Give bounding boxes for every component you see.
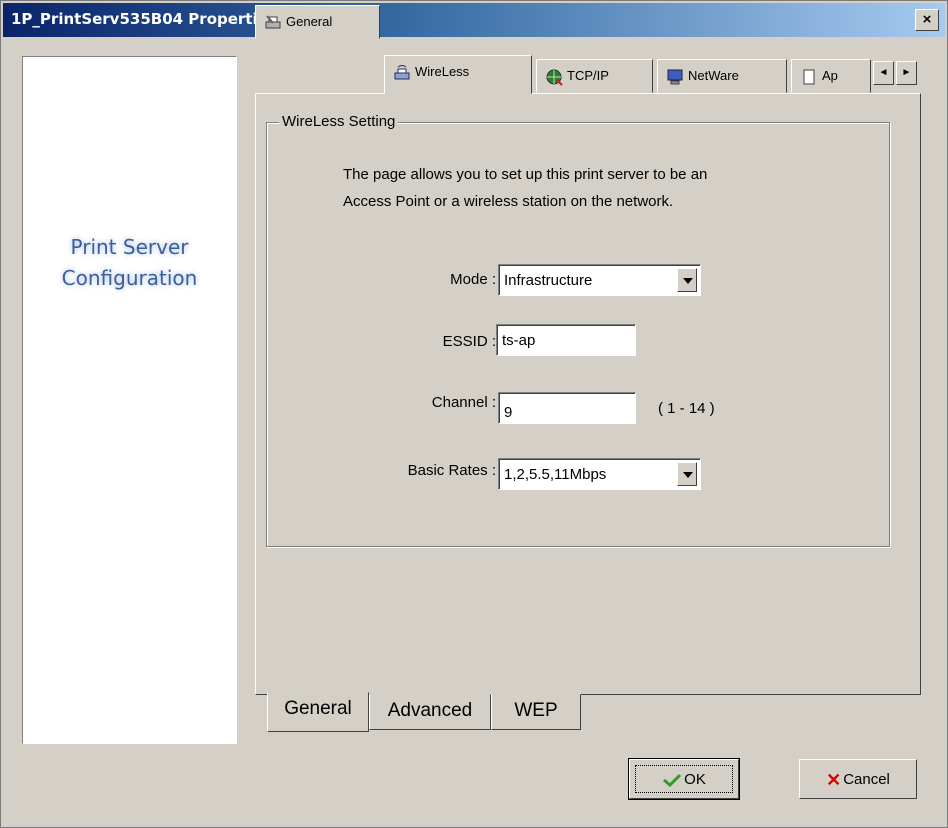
tab-label: TCP/IP	[567, 68, 609, 83]
essid-value: ts-ap	[502, 332, 536, 349]
tab-scroll-left-button[interactable]: ◄	[873, 61, 894, 85]
tab-label: General	[286, 14, 333, 29]
chevron-down-icon[interactable]	[677, 268, 697, 292]
bottom-tab-label: General	[284, 698, 352, 719]
wireless-printer-icon	[394, 64, 410, 80]
tab-netware[interactable]: NetWare	[657, 59, 787, 93]
tab-label: NetWare	[688, 68, 739, 83]
channel-range-hint: ( 1 - 14 )	[658, 400, 715, 417]
group-title: WireLess Setting	[279, 113, 399, 130]
tab-scroll-right-button[interactable]: ►	[896, 61, 917, 85]
brand-line-2: Configuration	[61, 266, 198, 290]
tab-general[interactable]: General	[255, 5, 380, 39]
bottom-tab-label: Advanced	[387, 700, 473, 721]
bottom-tab-advanced[interactable]: Advanced	[369, 694, 491, 730]
channel-value: 9	[504, 404, 513, 421]
cancel-button[interactable]: ✕ Cancel	[799, 759, 917, 799]
title-bar[interactable]: 1P_PrintServ535B04 Properties ×	[3, 3, 945, 37]
close-button[interactable]: ×	[915, 9, 939, 31]
mode-select[interactable]: Infrastructure	[498, 264, 701, 296]
close-icon: ×	[922, 11, 932, 28]
focus-rect	[635, 765, 733, 793]
network-globe-icon	[546, 69, 563, 86]
essid-label: ESSID :	[442, 333, 496, 350]
printer-wrench-icon	[265, 14, 281, 29]
description-line-1: The page allows you to set up this print…	[343, 166, 708, 183]
cancel-x-icon: ✕	[826, 770, 842, 791]
channel-input[interactable]: 9	[498, 392, 636, 424]
basic-rates-value: 1,2,5.5,11Mbps	[504, 466, 607, 483]
brand-text: Print Server Configuration	[23, 232, 236, 294]
ok-button[interactable]: OK	[628, 758, 740, 800]
tab-ap[interactable]: Ap	[791, 59, 871, 93]
tab-wireless[interactable]: WireLess	[384, 55, 532, 94]
bottom-tab-label: WEP	[514, 700, 558, 721]
properties-window: 1P_PrintServ535B04 Properties × Print Se…	[0, 0, 948, 828]
computer-icon	[667, 69, 683, 85]
tab-label: WireLess	[415, 64, 470, 79]
arrow-left-icon: ◄	[878, 67, 889, 78]
mode-value: Infrastructure	[504, 272, 593, 289]
sidebar-panel: Print Server Configuration	[22, 56, 237, 744]
arrow-right-icon: ►	[901, 67, 912, 78]
essid-input[interactable]: ts-ap	[496, 324, 636, 356]
cancel-label: Cancel	[843, 771, 890, 788]
mode-label: Mode :	[450, 271, 496, 288]
basic-rates-select[interactable]: 1,2,5.5,11Mbps	[498, 458, 701, 490]
channel-label: Channel :	[431, 394, 496, 411]
document-icon	[803, 69, 815, 85]
bottom-tab-general[interactable]: General	[267, 692, 369, 732]
window-title: 1P_PrintServ535B04 Properties	[11, 10, 277, 28]
tab-tcpip[interactable]: TCP/IP	[536, 59, 653, 93]
bottom-tab-wep[interactable]: WEP	[491, 694, 581, 730]
basic-rates-label: Basic Rates :	[407, 462, 496, 479]
brand-line-1: Print Server	[70, 235, 189, 259]
chevron-down-icon[interactable]	[677, 462, 697, 486]
description-line-2: Access Point or a wireless station on th…	[343, 193, 674, 210]
description-text: The page allows you to set up this print…	[343, 161, 863, 215]
tab-label: Ap	[822, 68, 838, 83]
